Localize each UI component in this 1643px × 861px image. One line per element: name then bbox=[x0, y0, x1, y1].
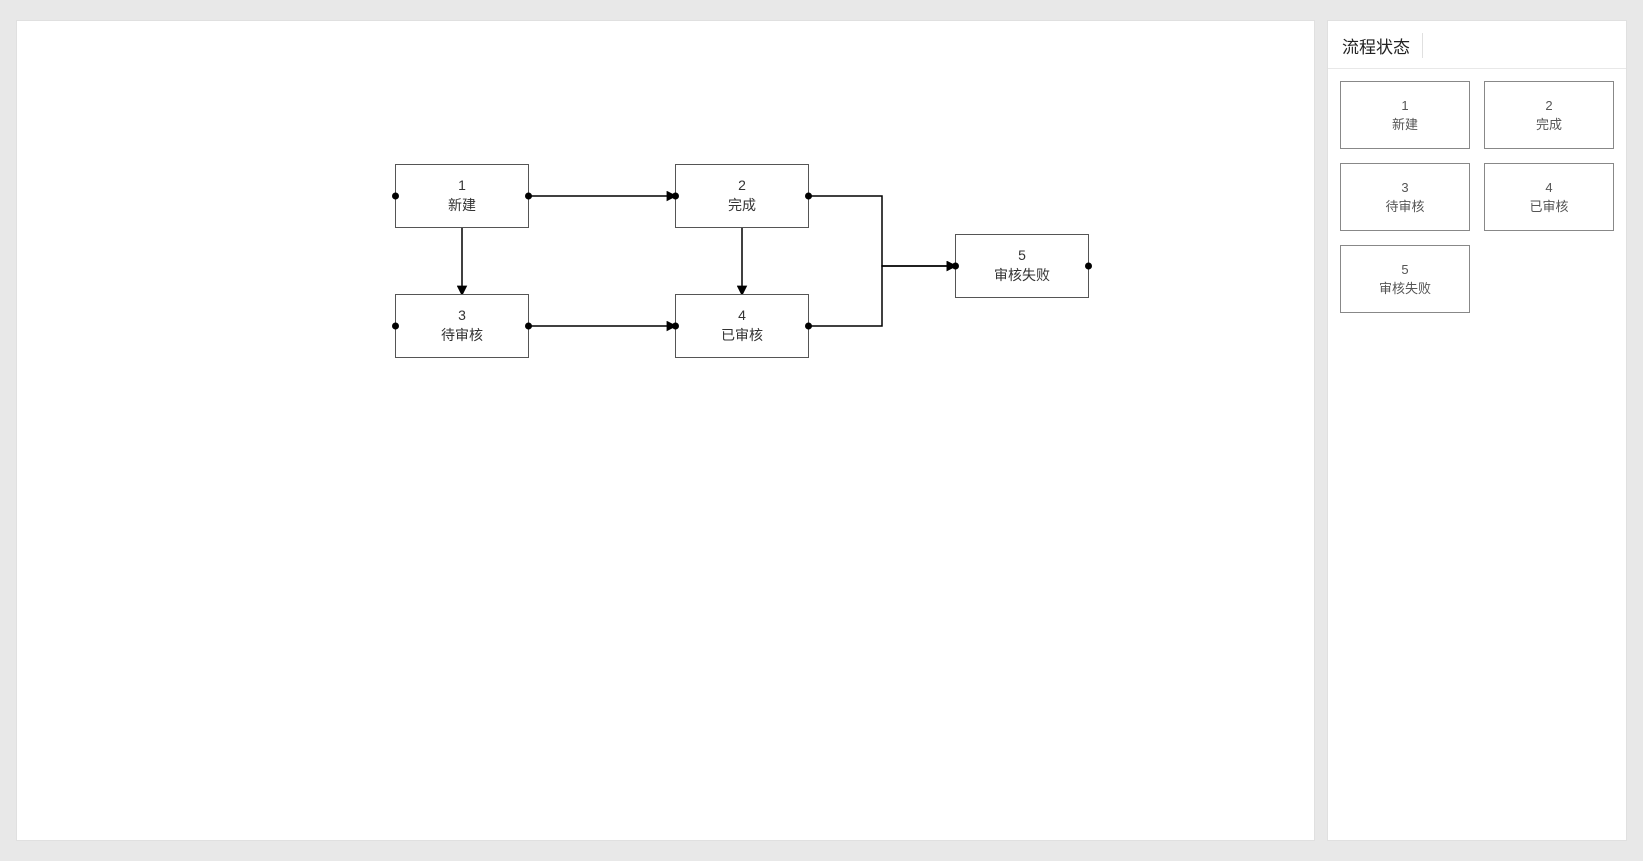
state-card-label: 已审核 bbox=[1529, 197, 1568, 217]
flow-node[interactable]: 2完成 bbox=[675, 164, 809, 228]
flow-edge[interactable] bbox=[809, 196, 955, 266]
flow-node-num: 1 bbox=[458, 176, 466, 196]
flow-node-num: 4 bbox=[738, 306, 746, 326]
state-card-label: 待审核 bbox=[1385, 197, 1424, 217]
flow-edge[interactable] bbox=[809, 266, 955, 326]
state-card-label: 新建 bbox=[1392, 115, 1418, 135]
port-right-icon[interactable] bbox=[1085, 263, 1092, 270]
flow-node-label: 新建 bbox=[448, 196, 476, 216]
port-right-icon[interactable] bbox=[525, 193, 532, 200]
sidebar-body: 1新建2完成3待审核4已审核5审核失败 bbox=[1328, 69, 1626, 325]
state-card-num: 5 bbox=[1401, 260, 1408, 280]
flow-node-num: 5 bbox=[1018, 246, 1026, 266]
state-card-label: 审核失败 bbox=[1379, 279, 1431, 299]
flow-node[interactable]: 4已审核 bbox=[675, 294, 809, 358]
port-left-icon[interactable] bbox=[392, 193, 399, 200]
flow-node-label: 待审核 bbox=[441, 326, 483, 346]
flow-node-label: 完成 bbox=[728, 196, 756, 216]
flow-canvas[interactable]: 1新建 2完成 3待审核 4已审核 5审核失败 bbox=[16, 20, 1315, 841]
state-card[interactable]: 1新建 bbox=[1340, 81, 1470, 149]
flow-node-num: 3 bbox=[458, 306, 466, 326]
flow-node-num: 2 bbox=[738, 176, 746, 196]
port-left-icon[interactable] bbox=[392, 323, 399, 330]
state-sidebar: 流程状态 1新建2完成3待审核4已审核5审核失败 bbox=[1327, 20, 1627, 841]
state-card-num: 4 bbox=[1545, 178, 1552, 198]
flow-node-label: 已审核 bbox=[721, 326, 763, 346]
port-left-icon[interactable] bbox=[952, 263, 959, 270]
flow-node[interactable]: 1新建 bbox=[395, 164, 529, 228]
port-right-icon[interactable] bbox=[805, 193, 812, 200]
port-right-icon[interactable] bbox=[805, 323, 812, 330]
state-card[interactable]: 3待审核 bbox=[1340, 163, 1470, 231]
state-card[interactable]: 4已审核 bbox=[1484, 163, 1614, 231]
state-card[interactable]: 2完成 bbox=[1484, 81, 1614, 149]
flow-node[interactable]: 3待审核 bbox=[395, 294, 529, 358]
sidebar-header: 流程状态 bbox=[1328, 21, 1626, 69]
port-left-icon[interactable] bbox=[672, 323, 679, 330]
state-card-num: 3 bbox=[1401, 178, 1408, 198]
edge-layer bbox=[17, 21, 1314, 840]
state-card-label: 完成 bbox=[1536, 115, 1562, 135]
flow-node-label: 审核失败 bbox=[994, 266, 1050, 286]
state-card-num: 2 bbox=[1545, 96, 1552, 116]
port-right-icon[interactable] bbox=[525, 323, 532, 330]
state-card[interactable]: 5审核失败 bbox=[1340, 245, 1470, 313]
flow-node[interactable]: 5审核失败 bbox=[955, 234, 1089, 298]
sidebar-title: 流程状态 bbox=[1342, 33, 1423, 58]
port-left-icon[interactable] bbox=[672, 193, 679, 200]
state-card-num: 1 bbox=[1401, 96, 1408, 116]
